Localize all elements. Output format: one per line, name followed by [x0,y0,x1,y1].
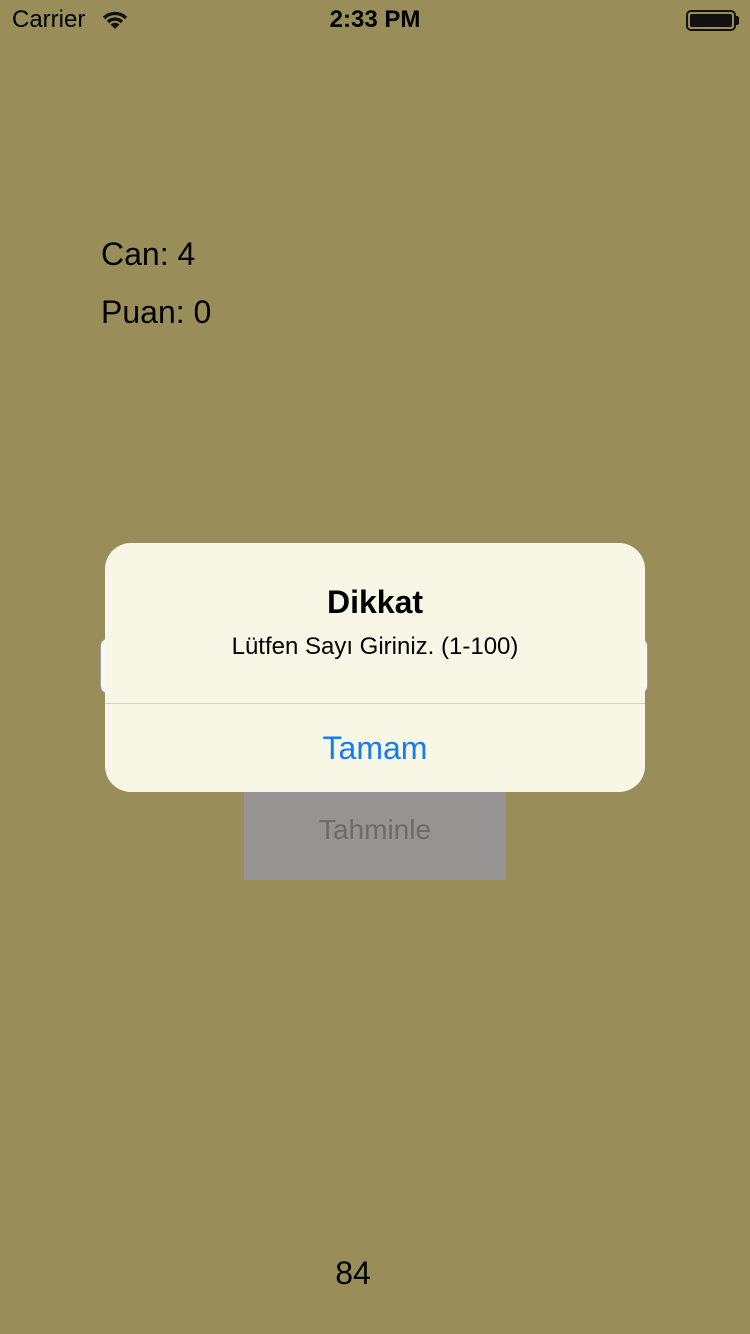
status-bar: Carrier 2:33 PM [0,0,750,40]
battery-icon [686,10,736,31]
lives-label: Can: 4 [101,236,196,272]
status-time: 2:33 PM [329,6,421,33]
score-label: Puan: 0 [101,294,212,330]
guess-button[interactable]: Tahminle [244,784,506,880]
battery-cap [736,16,739,25]
alert-ok-button[interactable]: Tamam [105,704,645,792]
target-number: 84 [335,1255,371,1291]
alert-message: Lütfen Sayı Giriniz. (1-100) [231,633,519,660]
alert-title: Dikkat [326,584,424,620]
battery-level [690,14,732,27]
alert-dialog: Dikkat Lütfen Sayı Giriniz. (1-100) Tama… [105,543,645,792]
